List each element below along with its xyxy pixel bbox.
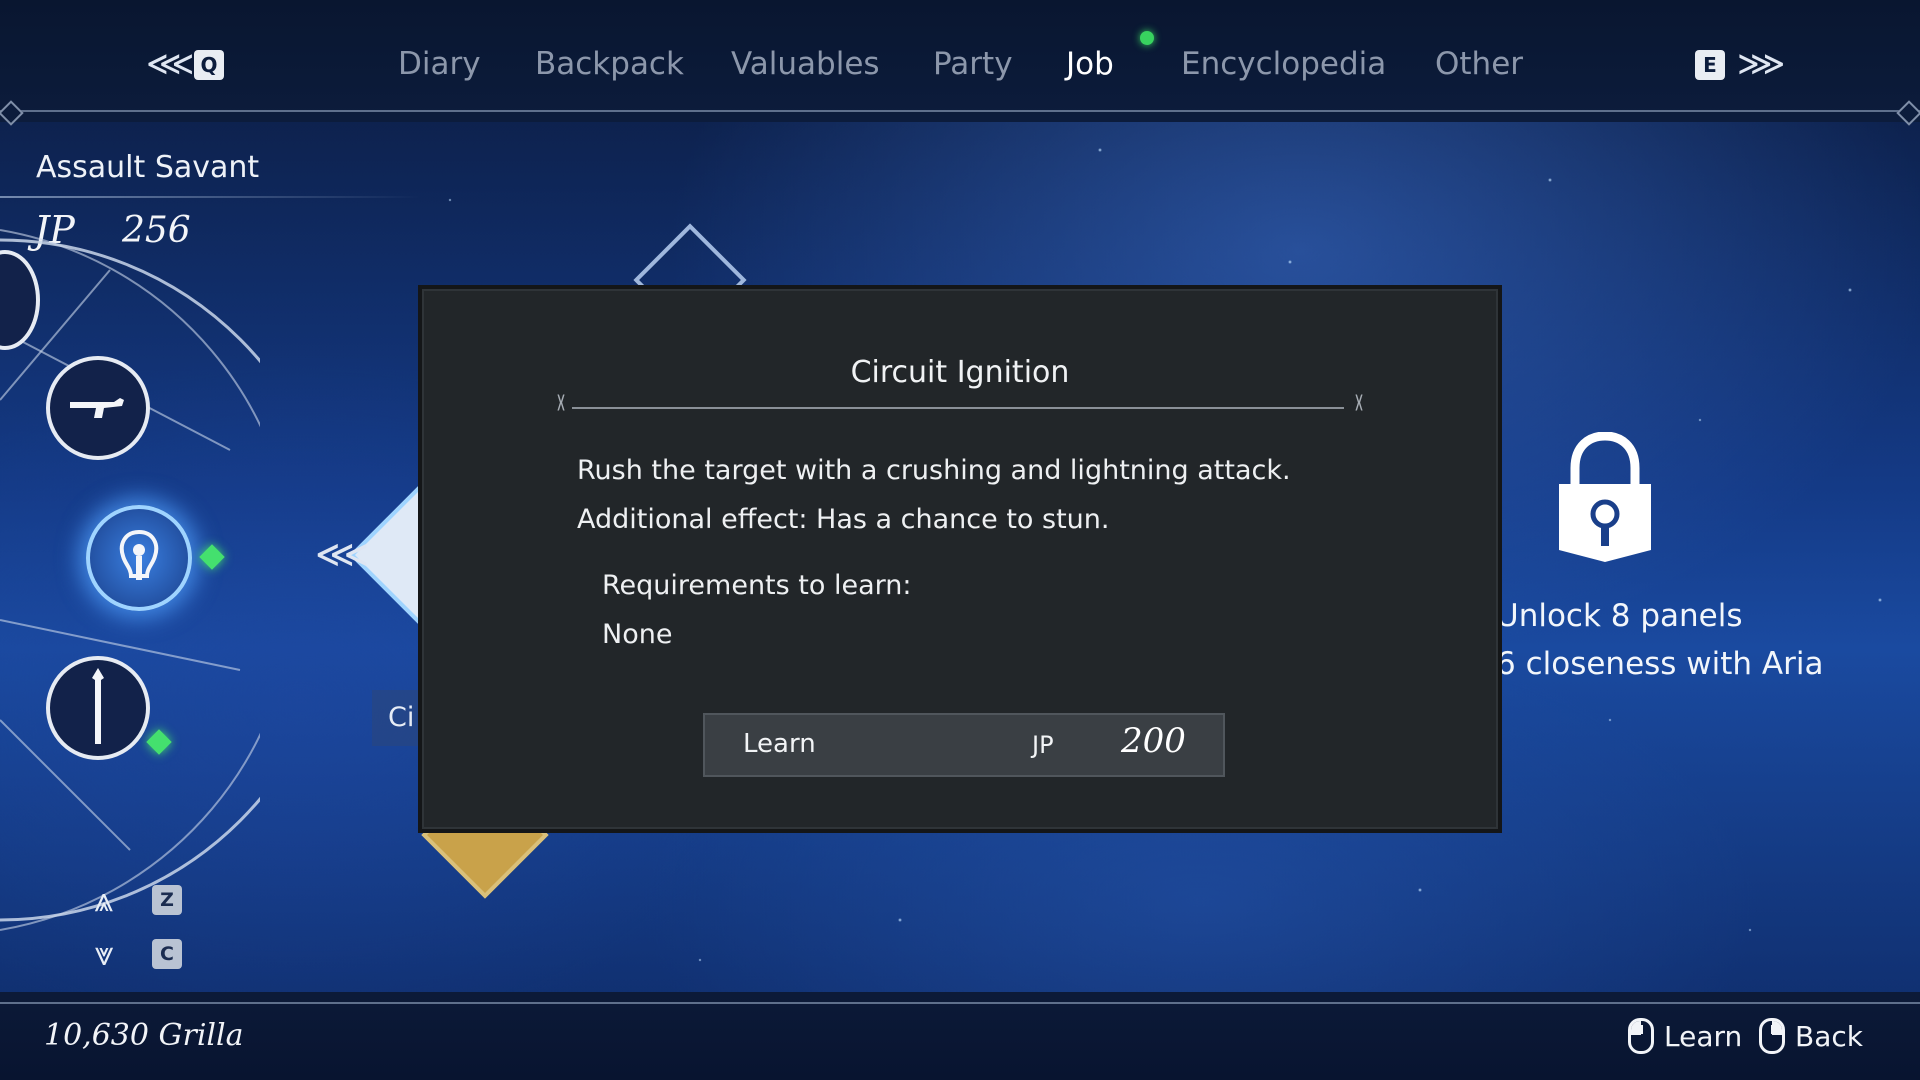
scroll-up-key: Z — [152, 885, 182, 915]
scroll-up-hint[interactable]: ⩓ Z — [84, 880, 182, 920]
mouse-right-icon — [1759, 1018, 1785, 1054]
skill-node-circuit-ignition[interactable] — [86, 505, 192, 611]
unlock-requirement-closeness: 6 closeness with Aria — [1496, 646, 1824, 682]
tab-other[interactable]: Other — [1435, 46, 1523, 88]
scroll-down-hint[interactable]: ⩔ C — [84, 934, 182, 974]
hint-back-label: Back — [1795, 1019, 1863, 1053]
scroll-down-key: C — [152, 939, 182, 969]
currency-display: 10,630 Grilla — [44, 1018, 244, 1053]
staff-icon — [92, 668, 104, 744]
circuit-ignition-icon — [119, 530, 159, 580]
chevron-down-icon: ⩔ — [94, 934, 114, 974]
skill-node-rifle[interactable] — [46, 356, 150, 460]
skill-detail-dialog: Circuit Ignition Rush the target with a … — [418, 285, 1502, 833]
title-divider — [556, 392, 1360, 413]
job-name-underline — [0, 196, 420, 198]
chevron-up-icon: ⩓ — [94, 880, 114, 920]
rifle-icon — [70, 398, 124, 418]
tab-valuables[interactable]: Valuables — [731, 46, 880, 88]
top-divider — [0, 110, 1920, 112]
skill-node-staff[interactable] — [46, 656, 150, 760]
new-indicator-dot — [1140, 31, 1154, 45]
skill-description-line: Rush the target with a crushing and ligh… — [577, 455, 1291, 486]
hint-learn[interactable]: Learn — [1628, 1018, 1742, 1054]
bottom-divider — [0, 1002, 1920, 1004]
skill-title: Circuit Ignition — [850, 355, 1070, 390]
requirements-value: None — [602, 619, 673, 650]
job-name: Assault Savant — [36, 150, 260, 185]
skill-description-line: Additional effect: Has a chance to stun. — [577, 504, 1110, 535]
tab-diary[interactable]: Diary — [398, 46, 481, 88]
requirements-label: Requirements to learn: — [602, 570, 912, 601]
next-tab-arrow-icon[interactable]: ⋙ — [1737, 44, 1785, 84]
next-tab-key[interactable]: E — [1695, 50, 1725, 80]
unlock-requirement-panels: Unlock 8 panels — [1496, 598, 1743, 634]
prev-tab-arrow-icon[interactable]: ⋘ — [146, 44, 194, 84]
padlock-icon — [1559, 432, 1651, 562]
board-arrow-left-icon: ⋘ — [315, 532, 370, 576]
learn-button-label: Learn — [743, 729, 816, 759]
hint-back[interactable]: Back — [1759, 1018, 1863, 1054]
tab-party[interactable]: Party — [933, 46, 1013, 88]
tab-backpack[interactable]: Backpack — [535, 46, 684, 88]
tab-encyclopedia[interactable]: Encyclopedia — [1181, 46, 1386, 88]
cost-value: 200 — [1121, 721, 1186, 761]
tab-job[interactable]: Job — [1066, 46, 1114, 88]
learn-button[interactable]: Learn JP 200 — [703, 713, 1225, 777]
mouse-left-icon — [1628, 1018, 1654, 1054]
hint-learn-label: Learn — [1664, 1019, 1743, 1053]
cost-label: JP — [1032, 731, 1054, 759]
prev-tab-key[interactable]: Q — [194, 50, 224, 80]
